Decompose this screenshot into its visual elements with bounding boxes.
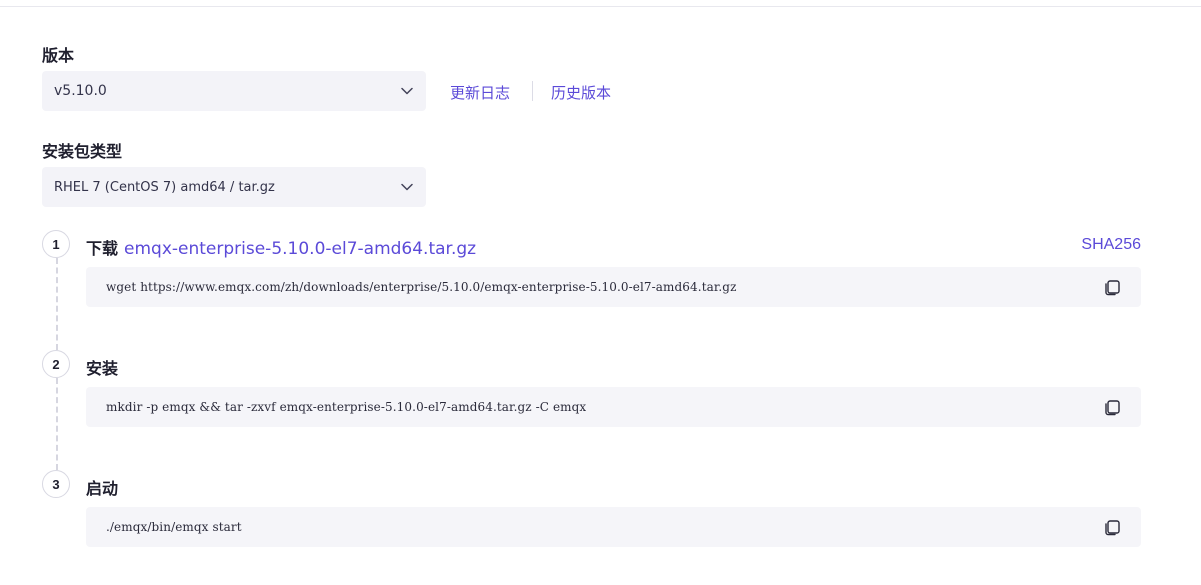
- chevron-down-icon: [400, 180, 414, 194]
- copy-icon[interactable]: [1103, 398, 1121, 416]
- command-text[interactable]: mkdir -p emqx && tar -zxvf emqx-enterpri…: [106, 400, 1103, 414]
- command-text[interactable]: ./emqx/bin/emqx start: [106, 520, 1103, 534]
- link-divider: [532, 81, 533, 101]
- step-number-badge: 2: [42, 350, 70, 378]
- copy-icon[interactable]: [1103, 518, 1121, 536]
- package-type-select[interactable]: RHEL 7 (CentOS 7) amd64 / tar.gz: [42, 167, 426, 207]
- step-connector: [56, 378, 58, 470]
- sha256-link[interactable]: SHA256: [1081, 236, 1141, 254]
- step-number-badge: 3: [42, 470, 70, 498]
- package-type-select-value: RHEL 7 (CentOS 7) amd64 / tar.gz: [54, 179, 275, 195]
- version-select-value: v5.10.0: [54, 83, 107, 99]
- copy-icon[interactable]: [1103, 278, 1121, 296]
- chevron-down-icon: [400, 84, 414, 98]
- code-block: mkdir -p emqx && tar -zxvf emqx-enterpri…: [86, 387, 1141, 427]
- step-number-badge: 1: [42, 230, 70, 258]
- step-title: 安装: [86, 359, 119, 378]
- changelog-link[interactable]: 更新日志: [450, 82, 510, 103]
- code-block: wget https://www.emqx.com/zh/downloads/e…: [86, 267, 1141, 307]
- history-versions-link[interactable]: 历史版本: [551, 82, 611, 103]
- step-title: 启动: [86, 479, 119, 498]
- step-connector: [56, 258, 58, 350]
- step-title: 下载 emqx-enterprise-5.10.0-el7-amd64.tar.g…: [86, 235, 476, 259]
- top-divider: [0, 6, 1201, 7]
- command-text[interactable]: wget https://www.emqx.com/zh/downloads/e…: [106, 280, 1103, 294]
- code-block: ./emqx/bin/emqx start: [86, 507, 1141, 547]
- download-file-link[interactable]: emqx-enterprise-5.10.0-el7-amd64.tar.gz: [124, 239, 476, 259]
- step-title-text: 下载: [86, 239, 119, 258]
- version-label: 版本: [42, 46, 75, 65]
- version-select[interactable]: v5.10.0: [42, 71, 426, 111]
- package-type-label: 安装包类型: [42, 142, 123, 161]
